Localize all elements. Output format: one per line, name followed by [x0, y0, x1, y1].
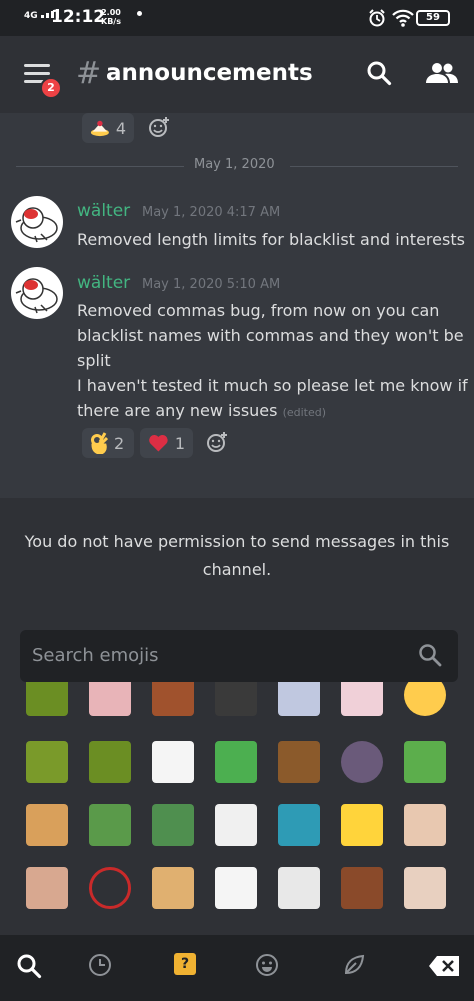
custom-emoji[interactable]: [89, 741, 131, 783]
custom-emoji[interactable]: [152, 867, 194, 909]
search-icon[interactable]: [366, 60, 392, 86]
custom-emoji[interactable]: [26, 741, 68, 783]
permission-area: You do not have permission to send messa…: [0, 498, 474, 620]
network-speed: 2.00 KB/s: [101, 8, 121, 26]
custom-emoji[interactable]: [341, 682, 383, 716]
emoji-grid: [0, 682, 474, 933]
message-author[interactable]: wälter: [77, 273, 130, 293]
battery-indicator: 59: [416, 10, 450, 26]
reaction-heart[interactable]: 1: [140, 428, 193, 458]
ok-hand-icon: [91, 432, 108, 454]
custom-emoji[interactable]: [26, 867, 68, 909]
reaction-count: 4: [115, 118, 126, 138]
message-line-text: there are any new issues: [77, 401, 278, 420]
leaf-icon[interactable]: [342, 953, 366, 977]
message-line: Removed length limits for blacklist and …: [77, 230, 465, 249]
emoji-category-bar: ?: [0, 935, 474, 1001]
message-line: I haven't tested it much so please let m…: [77, 376, 468, 395]
divider-right: [290, 166, 458, 167]
backspace-icon[interactable]: [428, 955, 460, 977]
emoji-search-placeholder: Search emojis: [32, 645, 159, 666]
channel-header: 2 # announcements: [0, 36, 474, 113]
custom-emoji[interactable]: [341, 804, 383, 846]
clock: 12:12: [51, 7, 106, 27]
avatar[interactable]: [11, 267, 63, 319]
message-timestamp: May 1, 2020 4:17 AM: [142, 205, 281, 220]
message-content: Removed commas bug, from now on you can …: [77, 298, 468, 425]
custom-emoji[interactable]: [89, 867, 131, 909]
message-timestamp: May 1, 2020 5:10 AM: [142, 277, 281, 292]
message-list: 4 May 1, 2020 wälter May 1, 2020 4:17 AM…: [0, 113, 474, 498]
custom-emoji[interactable]: [89, 682, 131, 716]
message-line: blacklist names with commas and they won…: [77, 326, 464, 345]
custom-emoji[interactable]: [278, 804, 320, 846]
custom-emoji[interactable]: [341, 741, 383, 783]
channel-title: announcements: [106, 60, 313, 86]
heart-icon: [149, 434, 168, 452]
speed-value: 2.00: [101, 8, 121, 17]
notification-dot: [137, 11, 142, 16]
custom-emoji[interactable]: [278, 682, 320, 716]
custom-emoji[interactable]: [404, 741, 446, 783]
message-author[interactable]: wälter: [77, 201, 130, 221]
reaction-ok-hand[interactable]: 2: [82, 428, 134, 458]
recent-icon[interactable]: [88, 953, 112, 977]
alarm-icon: [369, 9, 385, 27]
reaction-cake[interactable]: 4: [82, 113, 134, 143]
status-bar: 4G 12:12 2.00 KB/s 59: [0, 0, 474, 36]
reaction-count: 2: [114, 433, 125, 453]
custom-emoji[interactable]: [215, 741, 257, 783]
permission-notice: You do not have permission to send messa…: [24, 532, 450, 579]
custom-emoji[interactable]: [215, 804, 257, 846]
message-line: split: [77, 351, 111, 370]
speed-unit: KB/s: [101, 17, 121, 26]
custom-emoji[interactable]: [26, 804, 68, 846]
smiley-icon[interactable]: [255, 953, 279, 977]
add-reaction-icon[interactable]: [148, 116, 170, 138]
custom-emoji[interactable]: [152, 804, 194, 846]
custom-emoji[interactable]: [341, 867, 383, 909]
custom-emoji[interactable]: [278, 741, 320, 783]
date-divider: May 1, 2020: [194, 157, 275, 172]
edited-label: (edited): [282, 406, 327, 419]
custom-emoji[interactable]: [152, 682, 194, 716]
custom-emoji[interactable]: [89, 804, 131, 846]
custom-emoji[interactable]: [215, 867, 257, 909]
search-icon: [419, 644, 442, 667]
custom-emoji[interactable]: [404, 682, 446, 716]
avatar[interactable]: [11, 196, 63, 248]
members-icon[interactable]: [426, 62, 458, 84]
custom-emoji[interactable]: [26, 682, 68, 716]
network-type: 4G: [24, 11, 38, 21]
reaction-count: 1: [174, 433, 185, 453]
notification-badge: 2: [40, 77, 62, 99]
custom-emoji[interactable]: [215, 682, 257, 716]
message-line: Removed commas bug, from now on you can: [77, 301, 440, 320]
custom-emoji[interactable]: [404, 867, 446, 909]
hash-icon: #: [76, 56, 102, 91]
custom-emoji[interactable]: [404, 804, 446, 846]
wifi-icon: [392, 9, 414, 27]
divider-left: [16, 166, 184, 167]
add-reaction-icon[interactable]: [206, 431, 228, 453]
custom-emoji[interactable]: [152, 741, 194, 783]
search-icon[interactable]: [16, 953, 42, 979]
custom-emoji[interactable]: [278, 867, 320, 909]
emoji-search-field[interactable]: Search emojis: [20, 630, 458, 682]
server-emoji-icon[interactable]: ?: [174, 953, 196, 975]
cake-icon: [90, 120, 109, 137]
message-line: there are any new issues (edited): [77, 398, 468, 425]
message-content: Removed length limits for blacklist and …: [77, 227, 465, 252]
